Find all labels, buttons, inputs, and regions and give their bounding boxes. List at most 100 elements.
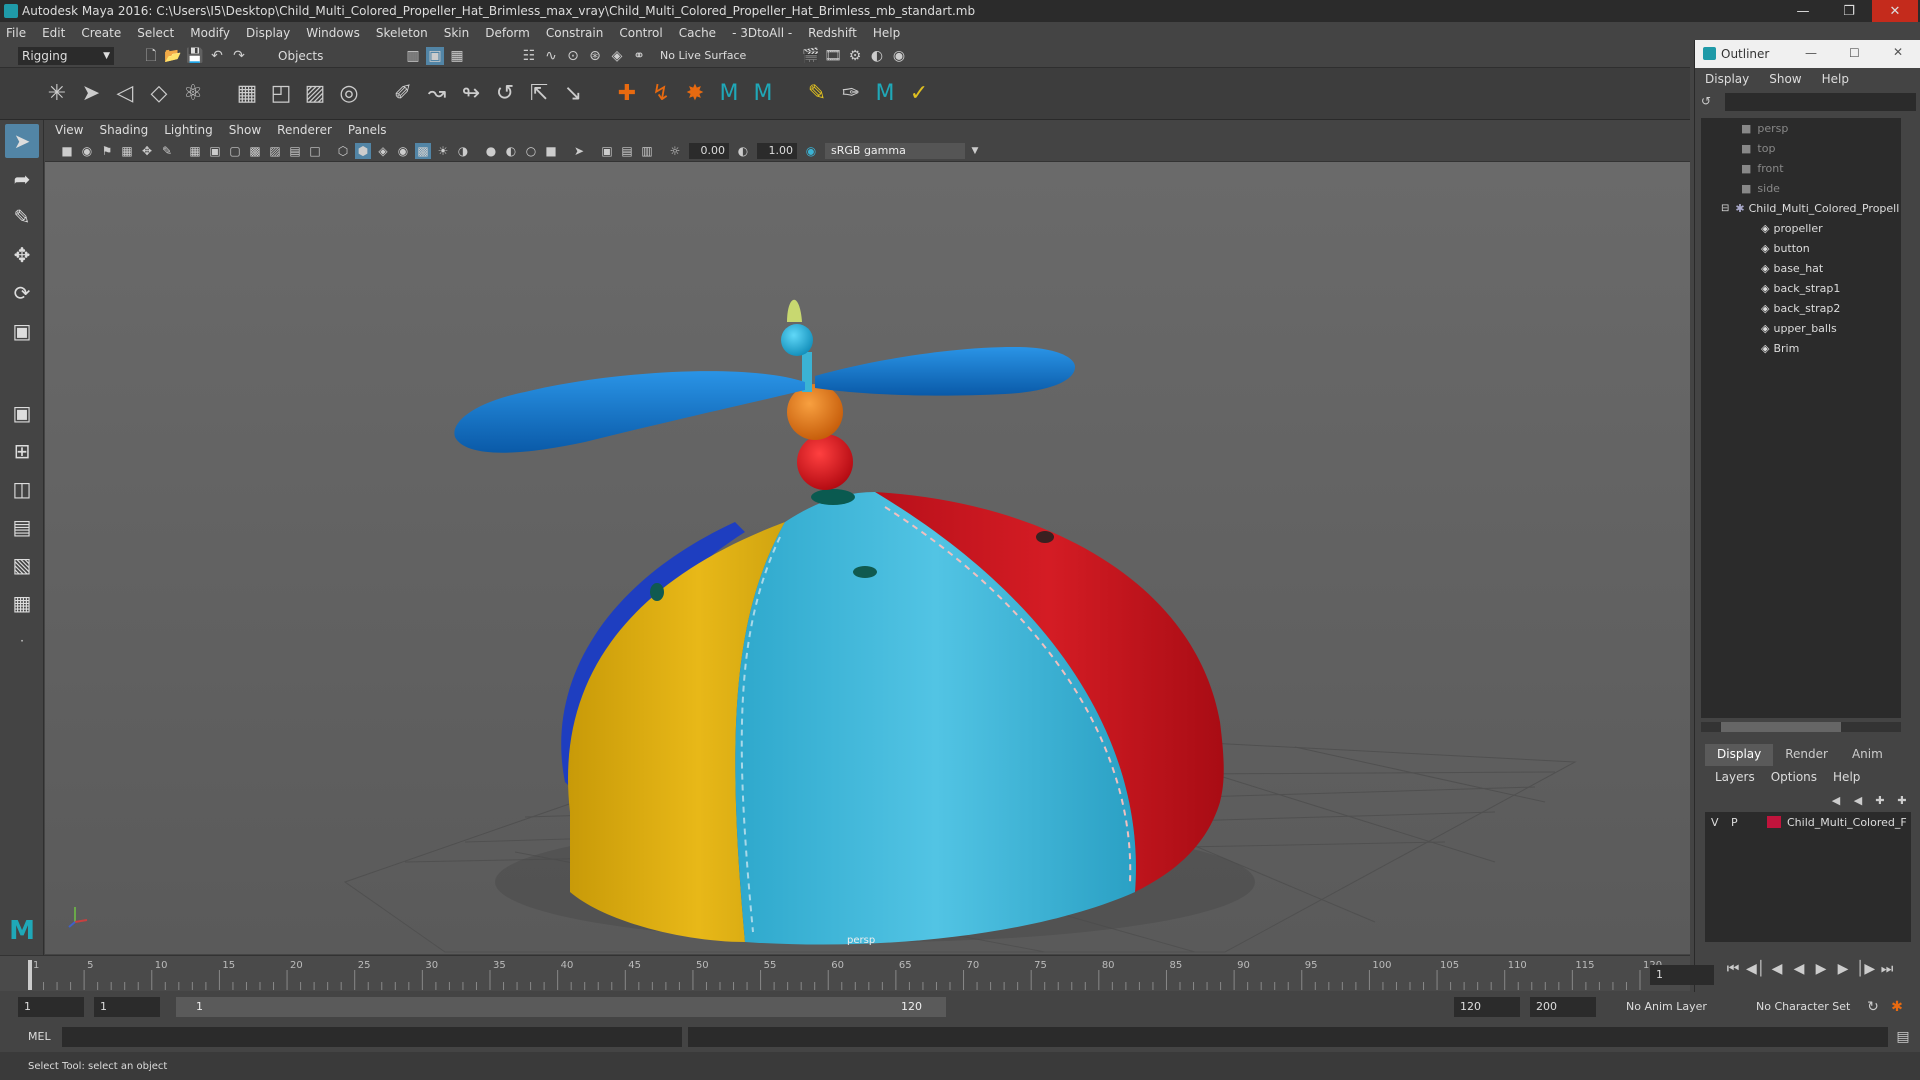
chevron-down-icon[interactable]: ▼ [967,143,983,159]
use-all-lights-icon[interactable]: ☀ [435,143,451,159]
playback-end-field[interactable]: 120 [1454,997,1520,1017]
bookmark-icon[interactable]: ⚑ [99,143,115,159]
outliner-close-icon[interactable]: ✕ [1893,45,1903,59]
resolution-gate-icon[interactable]: ▢ [227,143,243,159]
layer-color-swatch[interactable] [1767,816,1781,828]
outliner-item-child[interactable]: ◈ button [1701,238,1901,258]
wireframe-on-shaded-icon[interactable]: ◈ [375,143,391,159]
script-editor-icon[interactable]: ▤ [1894,1028,1912,1046]
default-material-icon[interactable]: ◉ [395,143,411,159]
menu-set-dropdown[interactable]: Rigging ▼ [18,47,114,65]
menu-constrain[interactable]: Constrain [546,26,604,40]
anim-prefs-icon[interactable]: ✱ [1888,998,1906,1016]
open-scene-icon[interactable]: 📂 [164,47,182,65]
two-pane-icon[interactable]: ◫ [5,472,39,506]
character-set-dropdown[interactable]: No Character Set [1756,1000,1850,1013]
exposure-icon[interactable]: ☼ [667,143,683,159]
color-space-dropdown[interactable]: sRGB gamma [825,142,965,159]
rotate-tool-icon[interactable]: ⟳ [5,276,39,310]
outliner-item-child[interactable]: ◈ upper_balls [1701,318,1901,338]
snap-surface-icon[interactable]: ◈ [608,47,626,65]
maya-m2-icon[interactable]: M [748,79,778,109]
menu-file[interactable]: File [6,26,26,40]
outliner-pane-icon[interactable]: ▤ [5,510,39,544]
current-frame-field[interactable]: 1 [1650,965,1714,985]
create-joint-icon[interactable]: ✳ [42,79,72,109]
shadows-icon[interactable]: ◑ [455,143,471,159]
outliner-item-child[interactable]: ◈ back_strap2 [1701,298,1901,318]
layer-menu-help[interactable]: Help [1833,770,1860,784]
cluster-icon[interactable]: ◰ [266,79,296,109]
go-to-end-icon[interactable]: ⏭ [1878,960,1896,978]
end-time-field[interactable]: 200 [1530,997,1596,1017]
selection-mode-dropdown[interactable]: Objects [278,47,378,65]
film-gate-icon[interactable]: ▣ [207,143,223,159]
select-tool-icon[interactable]: ➤ [5,124,39,158]
mirror-joint-icon[interactable]: ◁ [110,79,140,109]
menu-skeleton[interactable]: Skeleton [376,26,428,40]
maximize-icon[interactable]: ❐ [1826,0,1872,22]
point-constraint-icon[interactable]: ↬ [456,79,486,109]
key-tangent-icon[interactable]: ✸ [680,79,710,109]
go-to-start-icon[interactable]: ⏮ [1724,960,1742,978]
playback-start-field[interactable]: 1 [94,997,160,1017]
snap-point-icon[interactable]: ⊙ [564,47,582,65]
collapse-icon[interactable]: · [5,624,39,658]
menu-redshift[interactable]: Redshift [808,26,857,40]
menu-cache[interactable]: Cache [679,26,716,40]
maya-m-icon[interactable]: M [714,79,744,109]
select-hierarchy-icon[interactable]: ▥ [404,47,422,65]
hypershade-icon[interactable]: ◐ [868,47,886,65]
vp-menu-panels[interactable]: Panels [348,123,387,137]
minimize-icon[interactable]: — [1780,0,1826,22]
menu-select[interactable]: Select [137,26,174,40]
range-bar[interactable]: 1 120 [176,997,946,1017]
two-d-pan-icon[interactable]: ✥ [139,143,155,159]
layer-playback-toggle[interactable]: P [1731,816,1753,829]
camera-attributes-icon[interactable]: ◉ [79,143,95,159]
snap-view-icon[interactable]: ⊛ [586,47,604,65]
outliner-filter-icon[interactable]: ↺ [1701,94,1711,108]
ol-menu-show[interactable]: Show [1769,72,1801,86]
scale-tool-icon[interactable]: ▣ [5,314,39,348]
field-chart-icon[interactable]: ▨ [267,143,283,159]
snap-curve-icon[interactable]: ∿ [542,47,560,65]
menu-control[interactable]: Control [619,26,662,40]
outliner-item-persp[interactable]: ■ persp [1701,118,1901,138]
outliner-maximize-icon[interactable]: ☐ [1849,46,1860,60]
xray-components-icon[interactable]: ▥ [639,143,655,159]
smooth-shade-icon[interactable]: ⬢ [355,142,371,159]
outliner-item-front[interactable]: ■ front [1701,158,1901,178]
single-pane-icon[interactable]: ▣ [5,396,39,430]
snap-grid-icon[interactable]: ☷ [520,47,538,65]
wireframe-icon[interactable]: ⬡ [335,143,351,159]
save-scene-icon[interactable]: 💾 [186,47,204,65]
layer-menu-layers[interactable]: Layers [1715,770,1755,784]
lattice-icon[interactable]: ▦ [232,79,262,109]
tab-display[interactable]: Display [1705,744,1774,766]
play-forward-icon[interactable]: ▶ [1812,960,1830,978]
step-back-key-icon[interactable]: ◀ [1768,960,1786,978]
new-layer-selected-icon[interactable]: ✚ [1893,792,1911,810]
bind-skin-icon[interactable]: ✐ [388,79,418,109]
orient-constraint-icon[interactable]: ↺ [490,79,520,109]
insert-joint-icon[interactable]: ➤ [76,79,106,109]
set-key-icon[interactable]: ↯ [646,79,676,109]
menu-deform[interactable]: Deform [485,26,530,40]
start-time-field[interactable]: 1 [18,997,84,1017]
outliner-item-child[interactable]: ◈ back_strap1 [1701,278,1901,298]
viewport-panel[interactable]: persp [45,162,1690,954]
outliner-minimize-icon[interactable]: — [1805,46,1817,60]
outliner-search-input[interactable] [1725,93,1916,111]
xray-joints-icon[interactable]: ▤ [619,143,635,159]
anti-aliasing-icon[interactable]: ○ [523,143,539,159]
gate-mask-icon[interactable]: ▩ [247,143,263,159]
ol-menu-help[interactable]: Help [1822,72,1849,86]
safe-action-icon[interactable]: ▤ [287,143,303,159]
outliner-hscrollbar[interactable] [1701,722,1901,732]
sculpt-icon[interactable]: ◎ [334,79,364,109]
check-icon[interactable]: ✓ [904,79,934,109]
graph-pane-icon[interactable]: ▧ [5,548,39,582]
maya-m3-icon[interactable]: M [870,79,900,109]
collapse-minus-icon[interactable]: ⊟ [1721,203,1729,214]
